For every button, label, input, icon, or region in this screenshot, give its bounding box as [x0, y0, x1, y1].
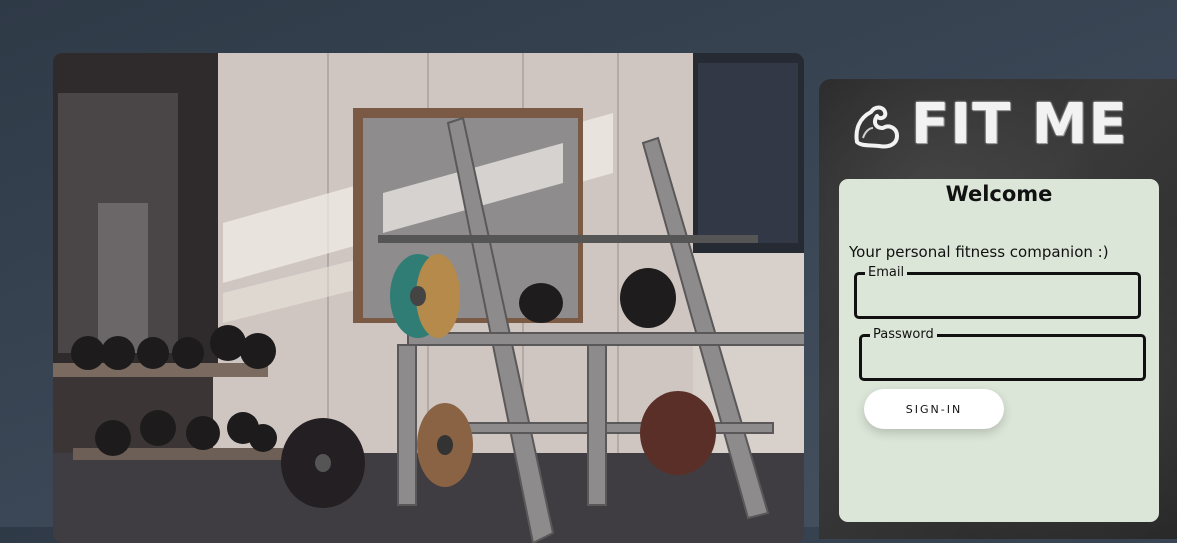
- login-card: Welcome Your personal fitness companion …: [839, 179, 1159, 522]
- password-field[interactable]: Password: [859, 327, 1146, 381]
- welcome-subtitle: Your personal fitness companion :): [849, 243, 1109, 261]
- brand-logo: FIT ME: [849, 95, 1128, 155]
- sign-in-button[interactable]: SIGN-IN: [864, 389, 1004, 429]
- email-label: Email: [865, 265, 908, 280]
- password-label: Password: [870, 327, 937, 342]
- welcome-title: Welcome: [945, 182, 1053, 206]
- password-input[interactable]: [868, 347, 1137, 373]
- hero-gym-image: [53, 53, 804, 543]
- brand-name: FIT ME: [911, 92, 1128, 157]
- flexing-arm-icon: [854, 105, 899, 149]
- email-input[interactable]: [863, 285, 1132, 311]
- gym-photo: [53, 53, 804, 543]
- email-field[interactable]: Email: [854, 265, 1141, 319]
- login-panel: FIT ME Welcome Your personal fitness com…: [819, 79, 1177, 539]
